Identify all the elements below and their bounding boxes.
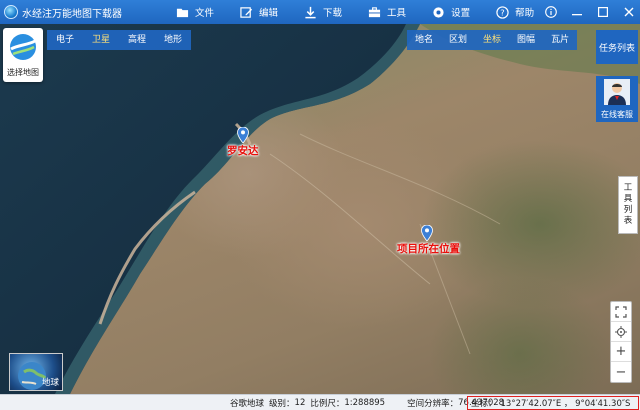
overlay-tabs: 地名 区划 坐标 图幅 瓦片 [407,30,578,50]
scale-value: 1:288895 [344,398,386,408]
resolution-label: 空间分辨率： [407,399,459,409]
info-button[interactable] [544,5,558,19]
title-bar: 水经注万能地图下载器 文件 编辑 下载 工具 设置 ? 帮助 [0,0,640,24]
tab-coordinates[interactable]: 坐标 [475,30,509,50]
minimize-icon [572,14,582,16]
tab-electronic[interactable]: 电子 [47,30,83,50]
tab-map-sheets[interactable]: 图幅 [509,30,543,50]
close-icon [624,7,634,17]
coastline-layer [0,24,640,394]
help-icon: ? [496,5,509,19]
tab-satellite[interactable]: 卫星 [83,30,119,50]
menu-settings[interactable]: 设置 [432,5,470,19]
fullscreen-button[interactable] [611,302,631,322]
tab-elevation[interactable]: 高程 [119,30,155,50]
map-type-tabs: 电子 卫星 高程 地形 [47,30,192,50]
toolbox-icon [368,6,381,17]
tab-terrain[interactable]: 地形 [155,30,191,50]
folder-icon [176,8,189,17]
marker-pin-icon[interactable] [237,127,249,143]
level-label: 级别： [269,399,295,409]
earth-view-thumbnail[interactable]: 地球 [9,353,63,391]
tab-place-names[interactable]: 地名 [407,30,441,50]
menu-tools[interactable]: 工具 [368,5,406,19]
customer-service-avatar-icon [604,79,630,105]
locate-button[interactable] [611,322,631,342]
info-icon [545,6,557,18]
tab-divisions[interactable]: 区划 [441,30,475,50]
close-button[interactable] [622,5,636,19]
menu-help[interactable]: ? 帮助 [496,5,534,19]
maximize-button[interactable] [596,5,610,19]
app-logo-icon [4,5,18,19]
choose-map-label: 选择地图 [7,68,39,77]
scale-label: 比例尺： [310,399,345,409]
level-value: 12 [294,398,306,408]
locate-icon [615,325,627,338]
zoom-out-button[interactable]: − [611,362,631,382]
minimize-button[interactable] [570,5,584,19]
zoom-in-button[interactable]: + [611,342,631,362]
coord-value: 13°27′42.07″E ， 9°04′41.30″S [500,399,631,409]
fullscreen-icon [615,305,627,318]
map-source: 谷歌地球 [230,399,265,409]
map-logo-icon [10,34,36,60]
menu-file[interactable]: 文件 [176,5,214,19]
status-bar: 谷歌地球 级别： 12 比例尺： 1:288895 空间分辨率： 76.4370… [0,394,640,410]
menu-edit[interactable]: 编辑 [240,5,278,19]
download-icon [305,6,316,18]
online-service-button[interactable]: 在线客服 [596,76,638,122]
tab-tiles[interactable]: 瓦片 [543,30,577,50]
task-list-button[interactable]: 任务列表 [596,30,638,64]
app-title: 水经注万能地图下载器 [22,8,122,20]
maximize-icon [598,7,608,17]
map-controls: + − [610,301,632,383]
window-controls [544,0,636,24]
gear-icon [433,6,444,18]
coord-label: 坐标： [471,399,497,409]
tools-list-tab[interactable]: 工 具 列 表 [618,176,638,234]
marker-label-project: 项目所在位置 [397,243,460,255]
earth-label: 地球 [41,378,59,388]
svg-text:?: ? [500,7,504,17]
satellite-map[interactable]: 电子 卫星 高程 地形 地名 区划 坐标 图幅 瓦片 选择地图 罗安达 项目所在… [0,24,640,394]
coordinate-readout: 坐标： 13°27′42.07″E ， 9°04′41.30″S [467,396,639,410]
main-menu: 文件 编辑 下载 工具 设置 ? 帮助 [176,0,560,24]
choose-map-button[interactable]: 选择地图 [3,28,43,82]
edit-icon [240,6,253,18]
menu-download[interactable]: 下载 [304,5,342,19]
marker-label-luanda: 罗安达 [227,145,259,157]
marker-pin-icon[interactable] [421,225,433,241]
